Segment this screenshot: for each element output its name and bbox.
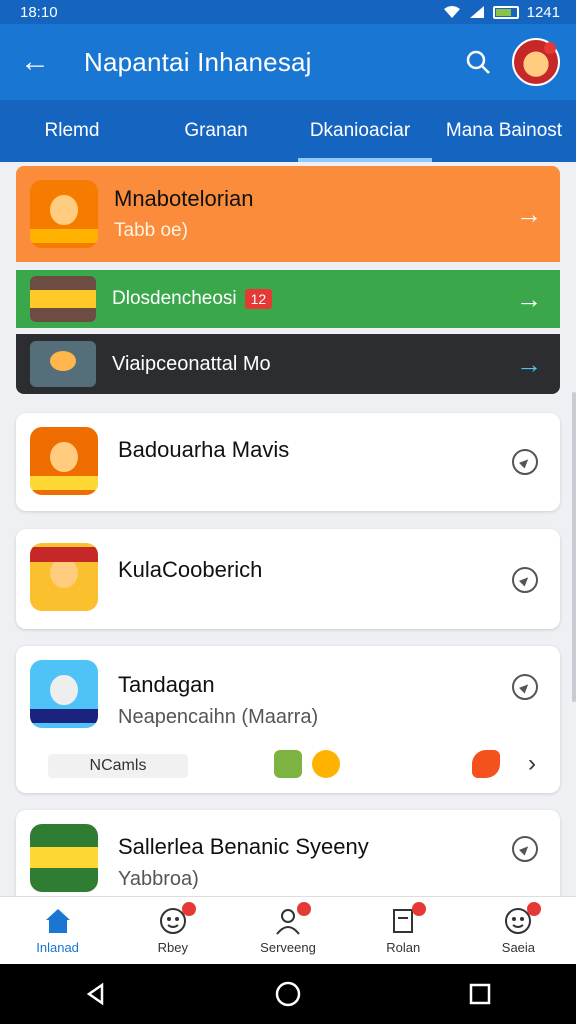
search-icon[interactable] <box>458 42 498 82</box>
notification-dot <box>181 902 196 916</box>
banner-title: Mnabotelorian <box>114 186 254 211</box>
tag-chip[interactable]: NCamls <box>48 754 188 778</box>
nav-saeia[interactable]: Saeia <box>461 897 576 964</box>
avatar[interactable] <box>512 38 560 86</box>
tab-rlemd[interactable]: Rlemd <box>0 100 144 162</box>
notification-dot <box>412 902 427 916</box>
signal-icon <box>469 6 484 18</box>
home-icon <box>45 909 70 933</box>
nav-home[interactable]: Inlanad <box>0 897 115 964</box>
nav-label: Saeia <box>501 940 536 955</box>
banner-title: Viaipceonattal Mo <box>112 352 271 375</box>
status-time: 18:10 <box>20 3 58 21</box>
tab-mana-bainost[interactable]: Mana Bainost <box>432 100 576 162</box>
tab-bar: Rlemd Granan Dkanioaciar Mana Bainost <box>0 100 576 162</box>
game-card[interactable]: Sallerlea Benanic Syeeny Yabbroa) <box>16 810 560 896</box>
game-card[interactable]: KulaCooberich <box>16 529 560 629</box>
status-bar: 18:10 1241 <box>0 0 576 24</box>
banner-subtitle: Tabb oe) <box>114 220 188 241</box>
status-clock-right: 1241 <box>526 3 560 21</box>
tab-dkanioaciar[interactable]: Dkanioaciar <box>288 100 432 162</box>
game-icon <box>30 660 98 728</box>
smiley-icon <box>158 902 196 936</box>
game-icon <box>30 180 98 248</box>
game-card[interactable]: Badouarha Mavis <box>16 413 560 511</box>
game-icon <box>30 276 96 322</box>
nav-label: Inlanad <box>36 940 79 955</box>
featured-banner-dark[interactable]: Viaipceonattal Mo → <box>16 334 560 394</box>
game-icon <box>30 824 98 892</box>
back-triangle-icon[interactable] <box>72 970 120 1018</box>
nav-label: Serveeng <box>260 940 316 955</box>
chevron-right-icon[interactable]: › <box>528 750 536 778</box>
app-bar: ← Napantai Inhanesaj <box>0 24 576 100</box>
arrow-right-icon[interactable]: → <box>516 284 542 315</box>
nav-serveeng[interactable]: Serveeng <box>230 897 345 964</box>
featured-banner-green[interactable]: Dlosdencheosi 12 → <box>16 270 560 328</box>
nav-label: Rolan <box>386 940 421 955</box>
game-card[interactable]: Tandagan Neapencaihn (Maarra) NCamls › <box>16 646 560 793</box>
nav-label: Rbey <box>157 940 188 955</box>
game-title: KulaCooberich <box>118 557 263 582</box>
game-icon <box>30 543 98 611</box>
banner-title: Dlosdencheosi <box>112 288 237 309</box>
bottom-nav: Inlanad Rbey Serveeng Rolan Saeia <box>0 896 576 964</box>
compass-icon[interactable] <box>512 836 538 862</box>
game-icon <box>30 341 96 387</box>
game-title: Tandagan <box>118 672 215 697</box>
featured-banner-orange[interactable]: Mnabotelorian Tabb oe) → <box>16 166 560 262</box>
back-arrow-icon[interactable]: ← <box>20 47 60 77</box>
game-title: Badouarha Mavis <box>118 437 290 462</box>
game-icon <box>30 427 98 495</box>
arrow-right-icon[interactable]: → <box>516 199 542 230</box>
nav-rolan[interactable]: Rolan <box>346 897 461 964</box>
wifi-icon <box>443 6 460 18</box>
battery-icon <box>492 5 519 19</box>
recents-square-icon[interactable] <box>456 970 504 1018</box>
flower-icon[interactable] <box>312 750 340 778</box>
count-badge: 12 <box>244 289 273 309</box>
scrollbar[interactable] <box>572 392 576 702</box>
system-nav-bar <box>0 964 576 1024</box>
arrow-right-icon[interactable]: → <box>516 349 542 380</box>
feather-icon[interactable] <box>472 750 500 778</box>
tab-label: Dkanioaciar <box>309 120 411 141</box>
smiley-icon <box>503 902 542 936</box>
tab-label: Granan <box>184 120 248 141</box>
person-icon <box>273 902 311 936</box>
tab-granan[interactable]: Granan <box>144 100 288 162</box>
notification-dot <box>297 902 311 916</box>
game-subtitle: Yabbroa) <box>118 868 199 890</box>
home-circle-icon[interactable] <box>264 970 312 1018</box>
compass-icon[interactable] <box>512 449 538 475</box>
nav-rbey[interactable]: Rbey <box>115 897 230 964</box>
notification-dot <box>527 902 542 916</box>
game-subtitle: Neapencaihn (Maarra) <box>118 706 319 728</box>
compass-icon[interactable] <box>512 567 538 593</box>
tab-label: Rlemd <box>44 120 100 141</box>
document-icon <box>388 902 427 936</box>
compass-icon[interactable] <box>512 674 538 700</box>
tab-label: Mana Bainost <box>445 120 563 141</box>
status-icons: 1241 <box>443 4 560 21</box>
frog-icon[interactable] <box>274 750 302 778</box>
game-title: Sallerlea Benanic Syeeny <box>118 834 369 859</box>
game-list[interactable]: Mnabotelorian Tabb oe) → Dlosdencheosi 1… <box>0 162 576 896</box>
page-title: Napantai Inhanesaj <box>84 46 312 77</box>
